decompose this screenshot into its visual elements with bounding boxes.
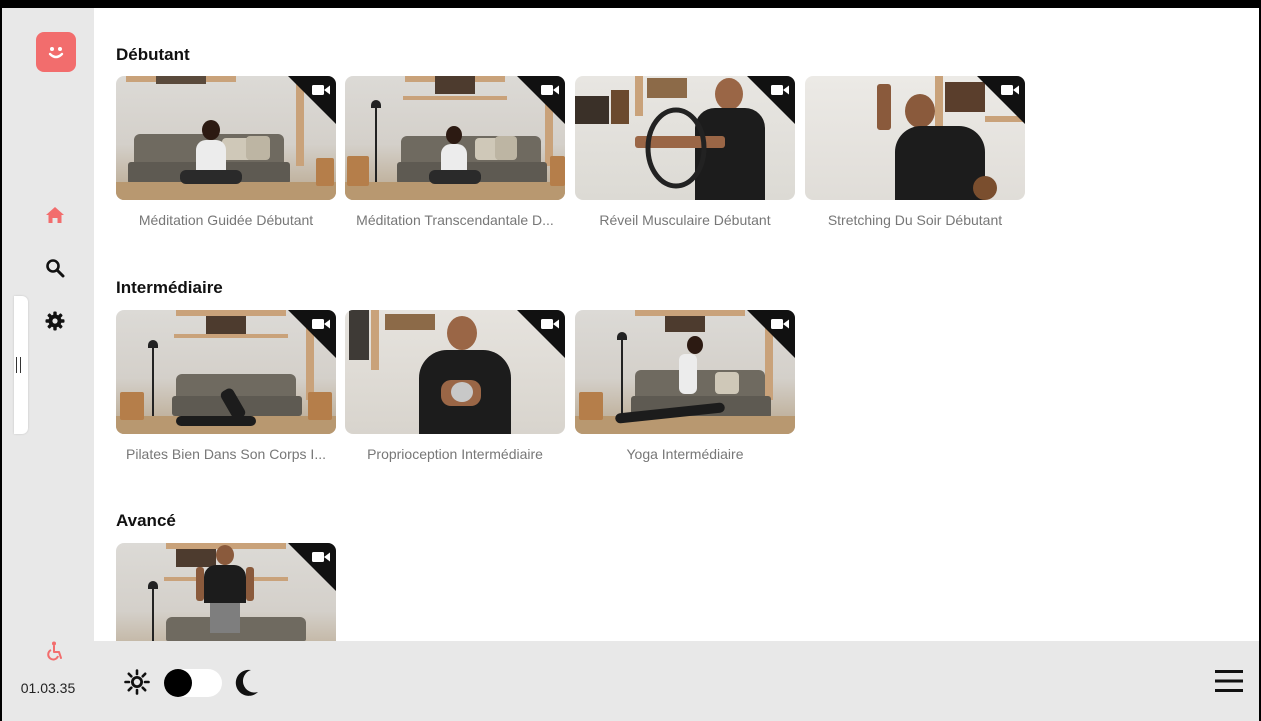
video-thumbnail <box>116 543 336 641</box>
gear-icon[interactable] <box>40 306 70 336</box>
moon-icon[interactable] <box>232 668 260 698</box>
clock-readout: 01.03.35 <box>20 680 76 696</box>
theme-toggle[interactable] <box>164 669 222 697</box>
video-card[interactable]: Pilates Bien Dans Son Corps I... <box>116 310 336 462</box>
video-camera-icon <box>541 85 559 95</box>
video-camera-icon <box>312 319 330 329</box>
video-card[interactable] <box>116 543 336 641</box>
video-thumbnail <box>575 310 795 434</box>
section-title-intermediaire: Intermédiaire <box>116 278 223 297</box>
hamburger-menu-icon[interactable] <box>1215 669 1243 693</box>
video-camera-icon <box>771 319 789 329</box>
search-icon[interactable] <box>40 253 70 283</box>
video-title: Réveil Musculaire Débutant <box>599 212 771 228</box>
video-title: Proprioception Intermédiaire <box>367 446 543 462</box>
video-title: Méditation Guidée Débutant <box>138 212 314 228</box>
video-card[interactable]: Yoga Intermédiaire <box>575 310 795 462</box>
sun-icon[interactable] <box>124 669 150 695</box>
video-title: Yoga Intermédiaire <box>626 446 744 462</box>
video-card[interactable]: Méditation Transcendantale D... <box>345 76 565 228</box>
toggle-knob <box>164 669 192 697</box>
video-camera-icon <box>1001 85 1019 95</box>
video-title: Méditation Transcendantale D... <box>356 212 554 228</box>
video-camera-icon <box>312 85 330 95</box>
video-card[interactable]: Stretching Du Soir Débutant <box>805 76 1025 228</box>
drawer-handle[interactable] <box>14 296 28 434</box>
video-card[interactable]: Proprioception Intermédiaire <box>345 310 565 462</box>
video-title: Stretching Du Soir Débutant <box>827 212 1003 228</box>
video-card[interactable]: Méditation Guidée Débutant <box>116 76 336 228</box>
video-thumbnail <box>345 310 565 434</box>
bottom-bar <box>94 641 1259 721</box>
video-thumbnail <box>575 76 795 200</box>
video-title: Pilates Bien Dans Son Corps I... <box>126 446 326 462</box>
video-thumbnail <box>345 76 565 200</box>
section-title-avance: Avancé <box>116 511 176 530</box>
video-camera-icon <box>312 552 330 562</box>
section-title-debutant: Débutant <box>116 45 190 64</box>
home-icon[interactable] <box>40 200 70 230</box>
grip-icon <box>16 357 21 373</box>
smiley-logo-icon[interactable] <box>36 32 76 72</box>
main-content: Débutant Méditation Guidée Débutant Médi… <box>94 8 1259 641</box>
sidebar: 01.03.35 <box>2 8 94 721</box>
wheelchair-icon[interactable] <box>40 636 70 666</box>
video-thumbnail <box>116 76 336 200</box>
app-window: 01.03.35 Débutant Méditation Guidée Débu… <box>0 0 1261 721</box>
video-camera-icon <box>771 85 789 95</box>
video-card[interactable]: Réveil Musculaire Débutant <box>575 76 795 228</box>
video-camera-icon <box>541 319 559 329</box>
video-thumbnail <box>116 310 336 434</box>
video-thumbnail <box>805 76 1025 200</box>
